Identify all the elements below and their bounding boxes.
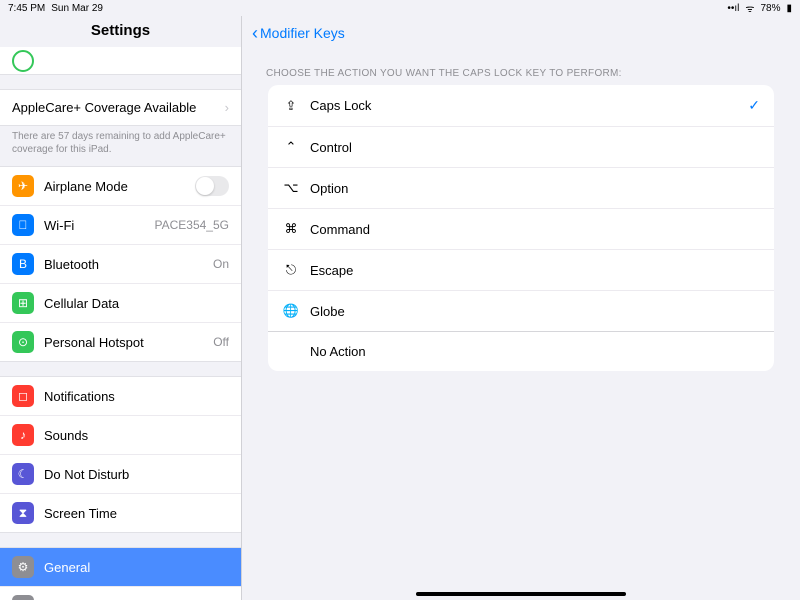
applecare-row[interactable]: AppleCare+ Coverage Available › (0, 89, 241, 126)
sidebar-item-airplane-mode[interactable]: ✈ Airplane Mode (0, 167, 241, 206)
status-battery: 78% (760, 3, 780, 14)
sidebar-item-screen-time[interactable]: ⧗ Screen Time (0, 494, 241, 532)
sidebar-item-personal-hotspot[interactable]: ⊙ Personal HotspotOff (0, 323, 241, 361)
sidebar-item-general[interactable]: ⚙ General (0, 548, 241, 587)
option-label: Globe (310, 304, 760, 319)
row-value: On (213, 257, 229, 271)
option-command[interactable]: ⌘ Command (268, 209, 774, 250)
row-label: Bluetooth (44, 257, 213, 272)
row-icon: ◻ (12, 385, 34, 407)
back-label: Modifier Keys (260, 25, 345, 41)
row-icon: ☾ (12, 463, 34, 485)
profile-row[interactable] (0, 47, 241, 75)
sidebar-title: Settings (0, 16, 241, 47)
toggle[interactable] (195, 176, 229, 196)
sidebar-item-do-not-disturb[interactable]: ☾ Do Not Disturb (0, 455, 241, 494)
sidebar-item-notifications[interactable]: ◻ Notifications (0, 377, 241, 416)
row-icon: ✈ (12, 175, 34, 197)
row-label: Personal Hotspot (44, 335, 213, 350)
option-label: Caps Lock (310, 98, 748, 113)
option-label: Option (310, 181, 760, 196)
sidebar-item-wi-fi[interactable]: 􀙇 Wi-FiPACE354_5G (0, 206, 241, 245)
option-label: Escape (310, 263, 760, 278)
row-label: Cellular Data (44, 296, 229, 311)
key-symbol-icon: ⇪ (282, 98, 300, 114)
applecare-label: AppleCare+ Coverage Available (12, 100, 219, 115)
row-label: Wi-Fi (44, 218, 155, 233)
row-label: Do Not Disturb (44, 467, 229, 482)
status-signal: ••ıl (727, 3, 739, 14)
option-caps-lock[interactable]: ⇪ Caps Lock✓ (268, 85, 774, 127)
option-no-action[interactable]: No Action (268, 331, 774, 371)
option-globe[interactable]: 🌐 Globe (268, 291, 774, 331)
detail-pane: ‹ Modifier Keys CHOOSE THE ACTION YOU WA… (242, 16, 800, 600)
key-symbol-icon: ⌃ (282, 139, 300, 155)
row-icon: B (12, 253, 34, 275)
key-symbol-icon: ⎋ (282, 262, 300, 278)
row-label: General (44, 560, 229, 575)
battery-icon: ▮ (786, 3, 792, 14)
back-button[interactable]: ‹ Modifier Keys (252, 23, 345, 44)
key-symbol-icon: 🌐 (282, 303, 300, 319)
row-icon: ⊟ (12, 595, 34, 600)
checkmark-icon: ✓ (748, 97, 760, 114)
status-date: Sun Mar 29 (51, 3, 103, 14)
option-label: No Action (310, 344, 760, 359)
home-indicator[interactable] (416, 592, 626, 596)
row-label: Airplane Mode (44, 179, 195, 194)
option-control[interactable]: ⌃ Control (268, 127, 774, 168)
row-icon: ⊙ (12, 331, 34, 353)
sidebar-item-control-center[interactable]: ⊟Control Center (0, 587, 241, 600)
status-bar: 7:45 PM Sun Mar 29 ••ıl ᯤ 78% ▮ (0, 0, 800, 16)
applecare-footer: There are 57 days remaining to add Apple… (0, 126, 241, 166)
chevron-right-icon: › (225, 100, 229, 115)
detail-header: ‹ Modifier Keys (242, 16, 800, 50)
sidebar-item-bluetooth[interactable]: B BluetoothOn (0, 245, 241, 284)
sidebar: Settings AppleCare+ Coverage Available ›… (0, 16, 242, 600)
row-value: PACE354_5G (155, 218, 230, 232)
status-time: 7:45 PM (8, 3, 45, 14)
row-icon: ♪ (12, 424, 34, 446)
option-label: Command (310, 222, 760, 237)
key-symbol-icon: ⌥ (282, 180, 300, 196)
key-symbol-icon: ⌘ (282, 221, 300, 237)
option-label: Control (310, 140, 760, 155)
options-card: ⇪ Caps Lock✓ ⌃ Control ⌥ Option ⌘ Command ⎋ Escap… (268, 85, 774, 371)
avatar (12, 50, 34, 72)
row-label: Notifications (44, 389, 229, 404)
sidebar-item-sounds[interactable]: ♪ Sounds (0, 416, 241, 455)
row-icon: ⊞ (12, 292, 34, 314)
sidebar-item-cellular-data[interactable]: ⊞ Cellular Data (0, 284, 241, 323)
row-icon: ⚙ (12, 556, 34, 578)
wifi-icon: ᯤ (745, 1, 754, 15)
row-icon: 􀙇 (12, 214, 34, 236)
row-icon: ⧗ (12, 502, 34, 524)
row-value: Off (213, 335, 229, 349)
option-option[interactable]: ⌥ Option (268, 168, 774, 209)
row-label: Sounds (44, 428, 229, 443)
section-header: CHOOSE THE ACTION YOU WANT THE CAPS LOCK… (242, 50, 800, 85)
chevron-left-icon: ‹ (252, 23, 258, 44)
option-escape[interactable]: ⎋ Escape (268, 250, 774, 291)
row-label: Screen Time (44, 506, 229, 521)
